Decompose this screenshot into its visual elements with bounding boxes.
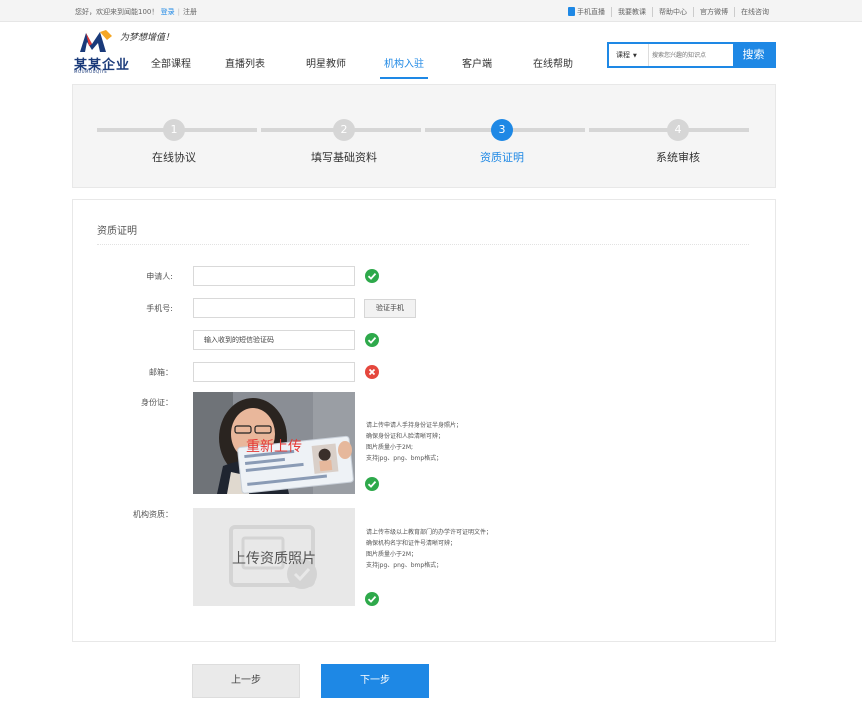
- top-link-consult[interactable]: 在线咨询: [734, 7, 775, 17]
- phone-input[interactable]: [193, 298, 355, 318]
- step-2-label: 填写基础资料: [311, 151, 377, 164]
- upload-photo-text: 上传资质照片: [232, 551, 316, 567]
- nav-online-help[interactable]: 在线帮助: [533, 55, 573, 70]
- register-link[interactable]: 注册: [183, 8, 197, 16]
- progress-steps: 1 2 3 4 在线协议 填写基础资料 资质证明 系统审核: [72, 84, 776, 188]
- top-link-weibo[interactable]: 官方微博: [693, 7, 734, 17]
- verify-phone-button[interactable]: 验证手机: [364, 299, 416, 318]
- search-category-select[interactable]: 课程 ▼: [609, 44, 649, 66]
- nav-org-join[interactable]: 机构入驻: [380, 55, 428, 79]
- nav-all-courses[interactable]: 全部课程: [151, 55, 191, 70]
- email-input[interactable]: [193, 362, 355, 382]
- step-3-label: 资质证明: [480, 151, 524, 164]
- section-divider: [97, 244, 749, 245]
- check-icon: [365, 592, 379, 606]
- org-qualification-label: 机构资质：: [133, 510, 173, 519]
- check-icon: [365, 269, 379, 283]
- id-hints: 请上传申请人手持身份证半身照片； 确保身份证和人脸清晰可辨； 图片质量小于2M;…: [366, 422, 463, 462]
- prev-step-button[interactable]: 上一步: [192, 664, 300, 698]
- step-1-label: 在线协议: [152, 151, 196, 164]
- search-button[interactable]: 搜索: [733, 44, 774, 66]
- check-icon: [365, 333, 379, 347]
- top-bar: 您好，欢迎来到闻能100！ 登录 | 注册 手机直播 我要教课 帮助中心 官方微博 …: [0, 0, 862, 22]
- login-link[interactable]: 登录: [161, 8, 175, 16]
- nav-star-teachers[interactable]: 明星教师: [306, 55, 346, 70]
- top-bar-links: 手机直播 我要教课 帮助中心 官方微博 在线咨询: [562, 7, 775, 17]
- nav-client[interactable]: 客户端: [462, 55, 492, 70]
- search-bar: 课程 ▼ 搜索: [607, 42, 776, 68]
- form-panel: 资质证明 申请人: 手机号: 验证手机 输入收到的短信验证码 邮箱： 身份证：: [72, 199, 776, 642]
- top-link-teach[interactable]: 我要教课: [611, 7, 652, 17]
- top-link-help[interactable]: 帮助中心: [652, 7, 693, 17]
- phone-icon: [568, 7, 575, 16]
- error-icon: [365, 365, 379, 379]
- phone-label: 手机号:: [146, 304, 173, 313]
- org-hints: 请上传市级以上教育部门的办学许可证明文件； 确保机构名字和证件号清晰可辨； 图片…: [366, 529, 493, 569]
- applicant-input[interactable]: [193, 266, 355, 286]
- email-label: 邮箱：: [149, 368, 173, 377]
- step-1-circle: 1: [163, 119, 185, 141]
- applicant-label: 申请人:: [146, 272, 173, 281]
- top-bar-left: 您好，欢迎来到闻能100！ 登录 | 注册: [75, 8, 197, 16]
- header: 为梦想增值！ 某某企业 MOUMOUQIYE 全部课程 直播列表 明星教师 机构…: [0, 22, 862, 84]
- next-step-button[interactable]: 下一步: [321, 664, 429, 698]
- step-4-circle: 4: [667, 119, 689, 141]
- reupload-button[interactable]: 重新上传: [193, 436, 355, 456]
- logo-subtitle: MOUMOUQIYE: [74, 69, 108, 74]
- id-card-photo[interactable]: 重新上传: [193, 392, 355, 494]
- check-icon: [365, 477, 379, 491]
- top-link-mobile-live[interactable]: 手机直播: [562, 7, 611, 17]
- search-input[interactable]: [652, 47, 732, 63]
- step-3-circle: 3: [491, 119, 513, 141]
- org-upload-box[interactable]: 上传资质照片: [193, 508, 355, 606]
- greeting-text: 您好，欢迎来到闻能100！: [75, 8, 159, 16]
- step-4-label: 系统审核: [656, 151, 700, 164]
- section-title: 资质证明: [97, 226, 137, 237]
- caret-down-icon: ▼: [633, 53, 637, 59]
- sms-code-input[interactable]: 输入收到的短信验证码: [193, 330, 355, 350]
- logo-mark-icon: [80, 30, 112, 52]
- logo-slogan: 为梦想增值！: [120, 33, 175, 43]
- step-2-circle: 2: [333, 119, 355, 141]
- nav-live-list[interactable]: 直播列表: [225, 55, 265, 70]
- id-card-label: 身份证：: [141, 398, 173, 407]
